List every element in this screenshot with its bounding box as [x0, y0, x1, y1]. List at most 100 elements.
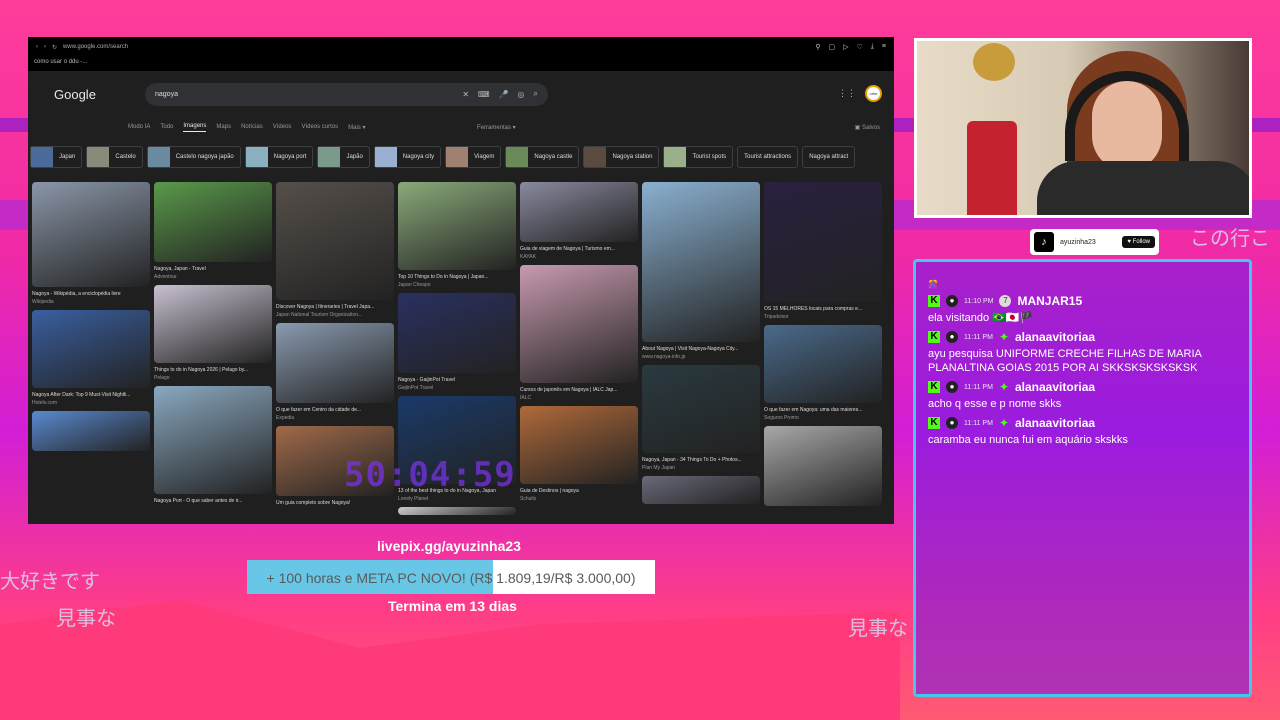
clear-icon[interactable]: ✕	[462, 90, 469, 99]
image-result[interactable]: Discover Nagoya | Itineraries | Travel J…	[276, 182, 394, 318]
image-result[interactable]: Nagoya, Japan - Travel Adventour	[154, 182, 272, 280]
download-icon[interactable]: ⤓	[871, 43, 874, 51]
result-thumbnail[interactable]	[398, 293, 516, 373]
result-thumbnail[interactable]	[642, 182, 760, 342]
result-thumbnail[interactable]	[32, 411, 150, 451]
tools-button[interactable]: Ferramentas ▾	[477, 124, 516, 131]
image-result[interactable]: Cursos de japonês em Nagoya | IALC Jap..…	[520, 265, 638, 401]
result-caption[interactable]: Nagoya, Japan - 34 Things To Do + Photos…	[642, 457, 760, 463]
lens-icon[interactable]: ◎	[518, 90, 525, 99]
image-result[interactable]: Things to do in Nagoya 2026 | Pelago by.…	[154, 285, 272, 381]
image-result[interactable]	[32, 411, 150, 451]
image-result[interactable]: OS 15 MELHORES locais para compras e... T…	[764, 182, 882, 320]
result-thumbnail[interactable]	[276, 182, 394, 300]
saved-button[interactable]: ▣ Salvos	[855, 124, 880, 131]
result-caption[interactable]: Cursos de japonês em Nagoya | IALC Jap..…	[520, 387, 638, 393]
search-box[interactable]: nagoya ✕ ⌨ 🎤 ◎ ⌕	[145, 82, 548, 106]
avatar[interactable]: orbe	[865, 85, 882, 102]
apps-grid-icon[interactable]: ⋮⋮	[838, 88, 856, 99]
result-caption[interactable]: Nagoya - Wikipédia, a enciclopédia livre	[32, 291, 150, 297]
play-icon[interactable]: ▷	[843, 43, 848, 51]
menu-icon[interactable]: ≡	[882, 43, 886, 51]
result-thumbnail[interactable]	[520, 265, 638, 383]
google-logo[interactable]: Google	[54, 87, 118, 102]
bookmark-item[interactable]: como usar o ddu -...	[34, 59, 87, 65]
chip[interactable]: Nagoya attract	[802, 146, 856, 168]
tab-3[interactable]: Maps	[216, 124, 231, 130]
result-thumbnail[interactable]	[154, 386, 272, 494]
result-caption[interactable]: Guia de Destinos | nagoya	[520, 488, 638, 494]
chip[interactable]: Nagoya castle	[505, 146, 580, 168]
image-result[interactable]: Guia de viagem de Nagoya | Turismo em...…	[520, 182, 638, 260]
result-caption[interactable]: Um guia completo sobre Nagoya!	[276, 500, 394, 506]
image-result[interactable]: About Nagoya | Visit Nagoya-Nagoya City.…	[642, 182, 760, 360]
image-result[interactable]: Nagoya Port - O que saber antes de ir...	[154, 386, 272, 504]
result-caption[interactable]: Nagoya, Japan - Travel	[154, 266, 272, 272]
search-icon[interactable]: ⌕	[534, 89, 538, 99]
chip[interactable]: Japan	[30, 146, 83, 168]
chip[interactable]: Japão	[317, 146, 370, 168]
image-result[interactable]: Nagoya After Dark: Top 9 Must-Visit Nigh…	[32, 310, 150, 406]
chip[interactable]: Nagoya port	[244, 146, 314, 168]
image-result[interactable]	[764, 426, 882, 506]
result-caption[interactable]: Guia de viagem de Nagoya | Turismo em...	[520, 246, 638, 252]
image-result[interactable]: Nagoya, Japan - 34 Things To Do + Photos…	[642, 365, 760, 471]
result-thumbnail[interactable]	[642, 365, 760, 453]
chip[interactable]: Tourist spots	[663, 146, 734, 168]
tab-0[interactable]: Modo IA	[128, 124, 150, 130]
result-thumbnail[interactable]	[764, 182, 882, 302]
chip[interactable]: Castelo nagoya japão	[146, 146, 241, 168]
chat-username[interactable]: MANJAR15	[1017, 294, 1082, 308]
result-thumbnail[interactable]	[398, 182, 516, 270]
image-result[interactable]: Nagoya - Wikipédia, a enciclopédia livre…	[32, 182, 150, 305]
tab-1[interactable]: Todo	[160, 124, 173, 130]
result-caption[interactable]: Nagoya After Dark: Top 9 Must-Visit Nigh…	[32, 392, 150, 398]
chip[interactable]: Viagem	[445, 146, 502, 168]
tab-5[interactable]: Vídeos	[273, 124, 292, 130]
result-caption[interactable]: O que fazer em Nagoya: uma das maiores..…	[764, 407, 882, 413]
image-result[interactable]	[642, 476, 760, 504]
result-thumbnail[interactable]	[32, 310, 150, 388]
result-thumbnail[interactable]	[154, 285, 272, 363]
result-caption[interactable]: About Nagoya | Visit Nagoya-Nagoya City.…	[642, 346, 760, 352]
tab-4[interactable]: Notícias	[241, 124, 263, 130]
image-result[interactable]: Guia de Destinos | nagoya Schultz	[520, 406, 638, 502]
chat-username[interactable]: alanaavitoriaa	[1015, 380, 1095, 394]
result-thumbnail[interactable]	[642, 476, 760, 504]
chip[interactable]: Castelo	[86, 146, 143, 168]
forward-icon[interactable]: ›	[44, 44, 46, 50]
result-caption[interactable]: Things to do in Nagoya 2026 | Pelago by.…	[154, 367, 272, 373]
reload-icon[interactable]: ↻	[52, 44, 57, 51]
result-caption[interactable]: Top 10 Things to Do in Nagoya | Japan...	[398, 274, 516, 280]
result-thumbnail[interactable]	[520, 182, 638, 242]
result-thumbnail[interactable]	[398, 507, 516, 515]
image-result[interactable]: Nagoya - GaijinPot Travel GaijinPot Trave…	[398, 293, 516, 391]
image-result[interactable]: O que fazer em Nagoya: uma das maiores..…	[764, 325, 882, 421]
result-caption[interactable]: Nagoya - GaijinPot Travel	[398, 377, 516, 383]
result-caption[interactable]: O que fazer em Centro da cidade de...	[276, 407, 394, 413]
chip[interactable]: Tourist attractions	[737, 146, 799, 168]
image-result[interactable]: Top 10 Things to Do in Nagoya | Japan...…	[398, 182, 516, 288]
search-input[interactable]: nagoya	[155, 91, 453, 98]
result-thumbnail[interactable]	[154, 182, 272, 262]
back-icon[interactable]: ‹	[36, 44, 38, 50]
chip[interactable]: Nagoya city	[373, 146, 442, 168]
chip[interactable]: Nagoya station	[583, 146, 660, 168]
pin-icon[interactable]: ⚲	[815, 43, 820, 51]
result-thumbnail[interactable]	[520, 406, 638, 484]
follow-button[interactable]: ♥ Follow	[1122, 236, 1155, 248]
chat-username[interactable]: alanaavitoriaa	[1015, 416, 1095, 430]
image-result[interactable]: O que fazer em Centro da cidade de... Exp…	[276, 323, 394, 421]
address-bar[interactable]: www.google.com/search	[63, 44, 809, 50]
result-thumbnail[interactable]	[764, 426, 882, 506]
tab-6[interactable]: Vídeos curtos	[301, 124, 338, 130]
keyboard-icon[interactable]: ⌨	[478, 90, 490, 99]
tab-icon[interactable]: ▢	[829, 43, 836, 51]
result-caption[interactable]: OS 15 MELHORES locais para compras e...	[764, 306, 882, 312]
result-caption[interactable]: Nagoya Port - O que saber antes de ir...	[154, 498, 272, 504]
heart-icon[interactable]: ♡	[857, 43, 863, 51]
result-thumbnail[interactable]	[764, 325, 882, 403]
result-thumbnail[interactable]	[276, 323, 394, 403]
result-caption[interactable]: Discover Nagoya | Itineraries | Travel J…	[276, 304, 394, 310]
mic-icon[interactable]: 🎤	[499, 90, 509, 99]
